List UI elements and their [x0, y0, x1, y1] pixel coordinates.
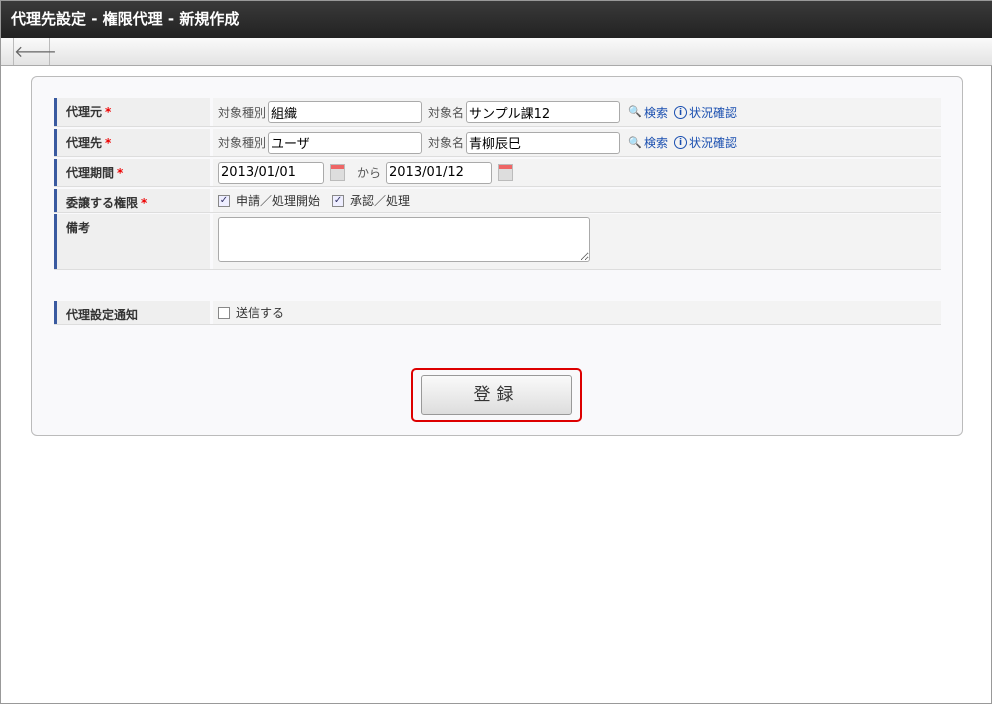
required-mark: * [141, 196, 148, 210]
target-label: 代理先 [66, 136, 103, 150]
notify-label: 代理設定通知 [66, 308, 139, 322]
source-type-input[interactable] [268, 101, 423, 123]
info-icon: i [674, 105, 688, 119]
authority-apply-label: 申請／処理開始 [236, 194, 321, 208]
target-name-input[interactable] [466, 131, 621, 154]
name-caption: 対象名 [428, 136, 465, 150]
source-name-input[interactable] [466, 101, 621, 123]
highlight-box: 登録 [411, 368, 582, 422]
required-mark: * [105, 136, 112, 150]
authority-label: 委譲する権限 [66, 196, 139, 210]
period-from-input[interactable] [218, 161, 324, 184]
type-caption: 対象種別 [218, 105, 267, 120]
authority-approve-checkbox[interactable]: ✓ [332, 194, 345, 207]
row-notify: 代理設定通知 送信する [54, 301, 941, 325]
name-caption: 対象名 [428, 105, 465, 120]
period-to-input[interactable] [386, 161, 493, 184]
calendar-icon[interactable] [498, 164, 514, 181]
required-mark: * [105, 105, 112, 119]
row-period: 代理期間* から [54, 159, 941, 187]
period-separator: から [357, 166, 382, 180]
target-type-input[interactable] [268, 131, 423, 154]
info-icon: i [674, 136, 688, 149]
type-caption: 対象種別 [218, 136, 267, 150]
target-search-link[interactable]: 🔍 検索 [628, 134, 668, 151]
register-button[interactable]: 登録 [421, 375, 572, 415]
period-label: 代理期間 [66, 166, 115, 180]
notify-checkbox[interactable] [218, 306, 230, 319]
row-target: 代理先* 対象種別 対象名 🔍検索 i状況確認 [54, 129, 941, 157]
row-remarks: 備考 [54, 214, 941, 270]
authority-approve-label: 承認／処理 [350, 194, 411, 208]
notify-option-label: 送信する [236, 306, 285, 320]
remarks-textarea[interactable] [218, 217, 590, 262]
row-authority: 委譲する権限 * ✓ 申請／処理開始 ✓ 承認／処理 [54, 189, 941, 213]
form-panel: 代理元* 対象種別 対象名 🔍検索 i状況確認 代理先* 対象種別 対象名 🔍検… [31, 76, 963, 436]
target-status-link[interactable]: i 状況確認 [674, 134, 737, 151]
source-label: 代理元 [66, 105, 103, 119]
toolbar: 🡐 [1, 38, 992, 66]
source-status-link[interactable]: i 状況確認 [674, 104, 737, 121]
remarks-label: 備考 [66, 221, 91, 235]
window-title: 代理先設定 - 権限代理 - 新規作成 [1, 1, 992, 38]
required-mark: * [117, 166, 124, 180]
arrow-left-icon: 🡐 [14, 42, 57, 61]
search-icon: 🔍 [628, 135, 642, 149]
source-search-link[interactable]: 🔍 検索 [628, 104, 668, 121]
back-button[interactable]: 🡐 [13, 38, 57, 65]
calendar-icon[interactable] [330, 164, 345, 181]
search-icon: 🔍 [628, 105, 642, 118]
row-source: 代理元* 対象種別 対象名 🔍検索 i状況確認 [54, 98, 941, 127]
authority-apply-checkbox[interactable]: ✓ [218, 194, 230, 207]
